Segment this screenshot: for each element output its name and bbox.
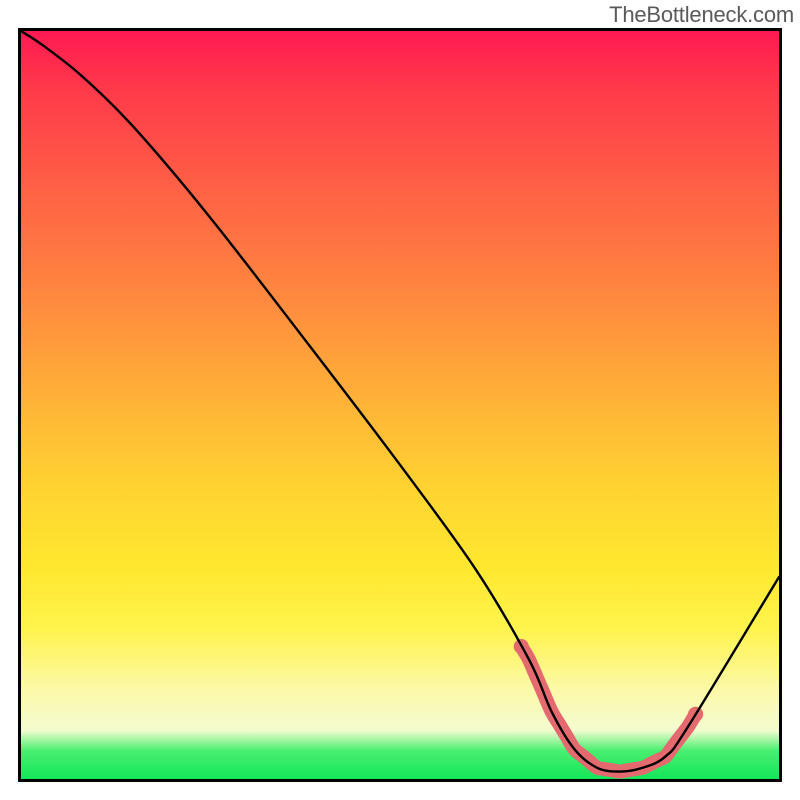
watermark-label: TheBottleneck.com (609, 2, 794, 28)
curve-layer (21, 31, 779, 779)
bottleneck-curve (21, 31, 779, 772)
chart-frame: TheBottleneck.com (0, 0, 800, 800)
plot-area (18, 28, 782, 782)
